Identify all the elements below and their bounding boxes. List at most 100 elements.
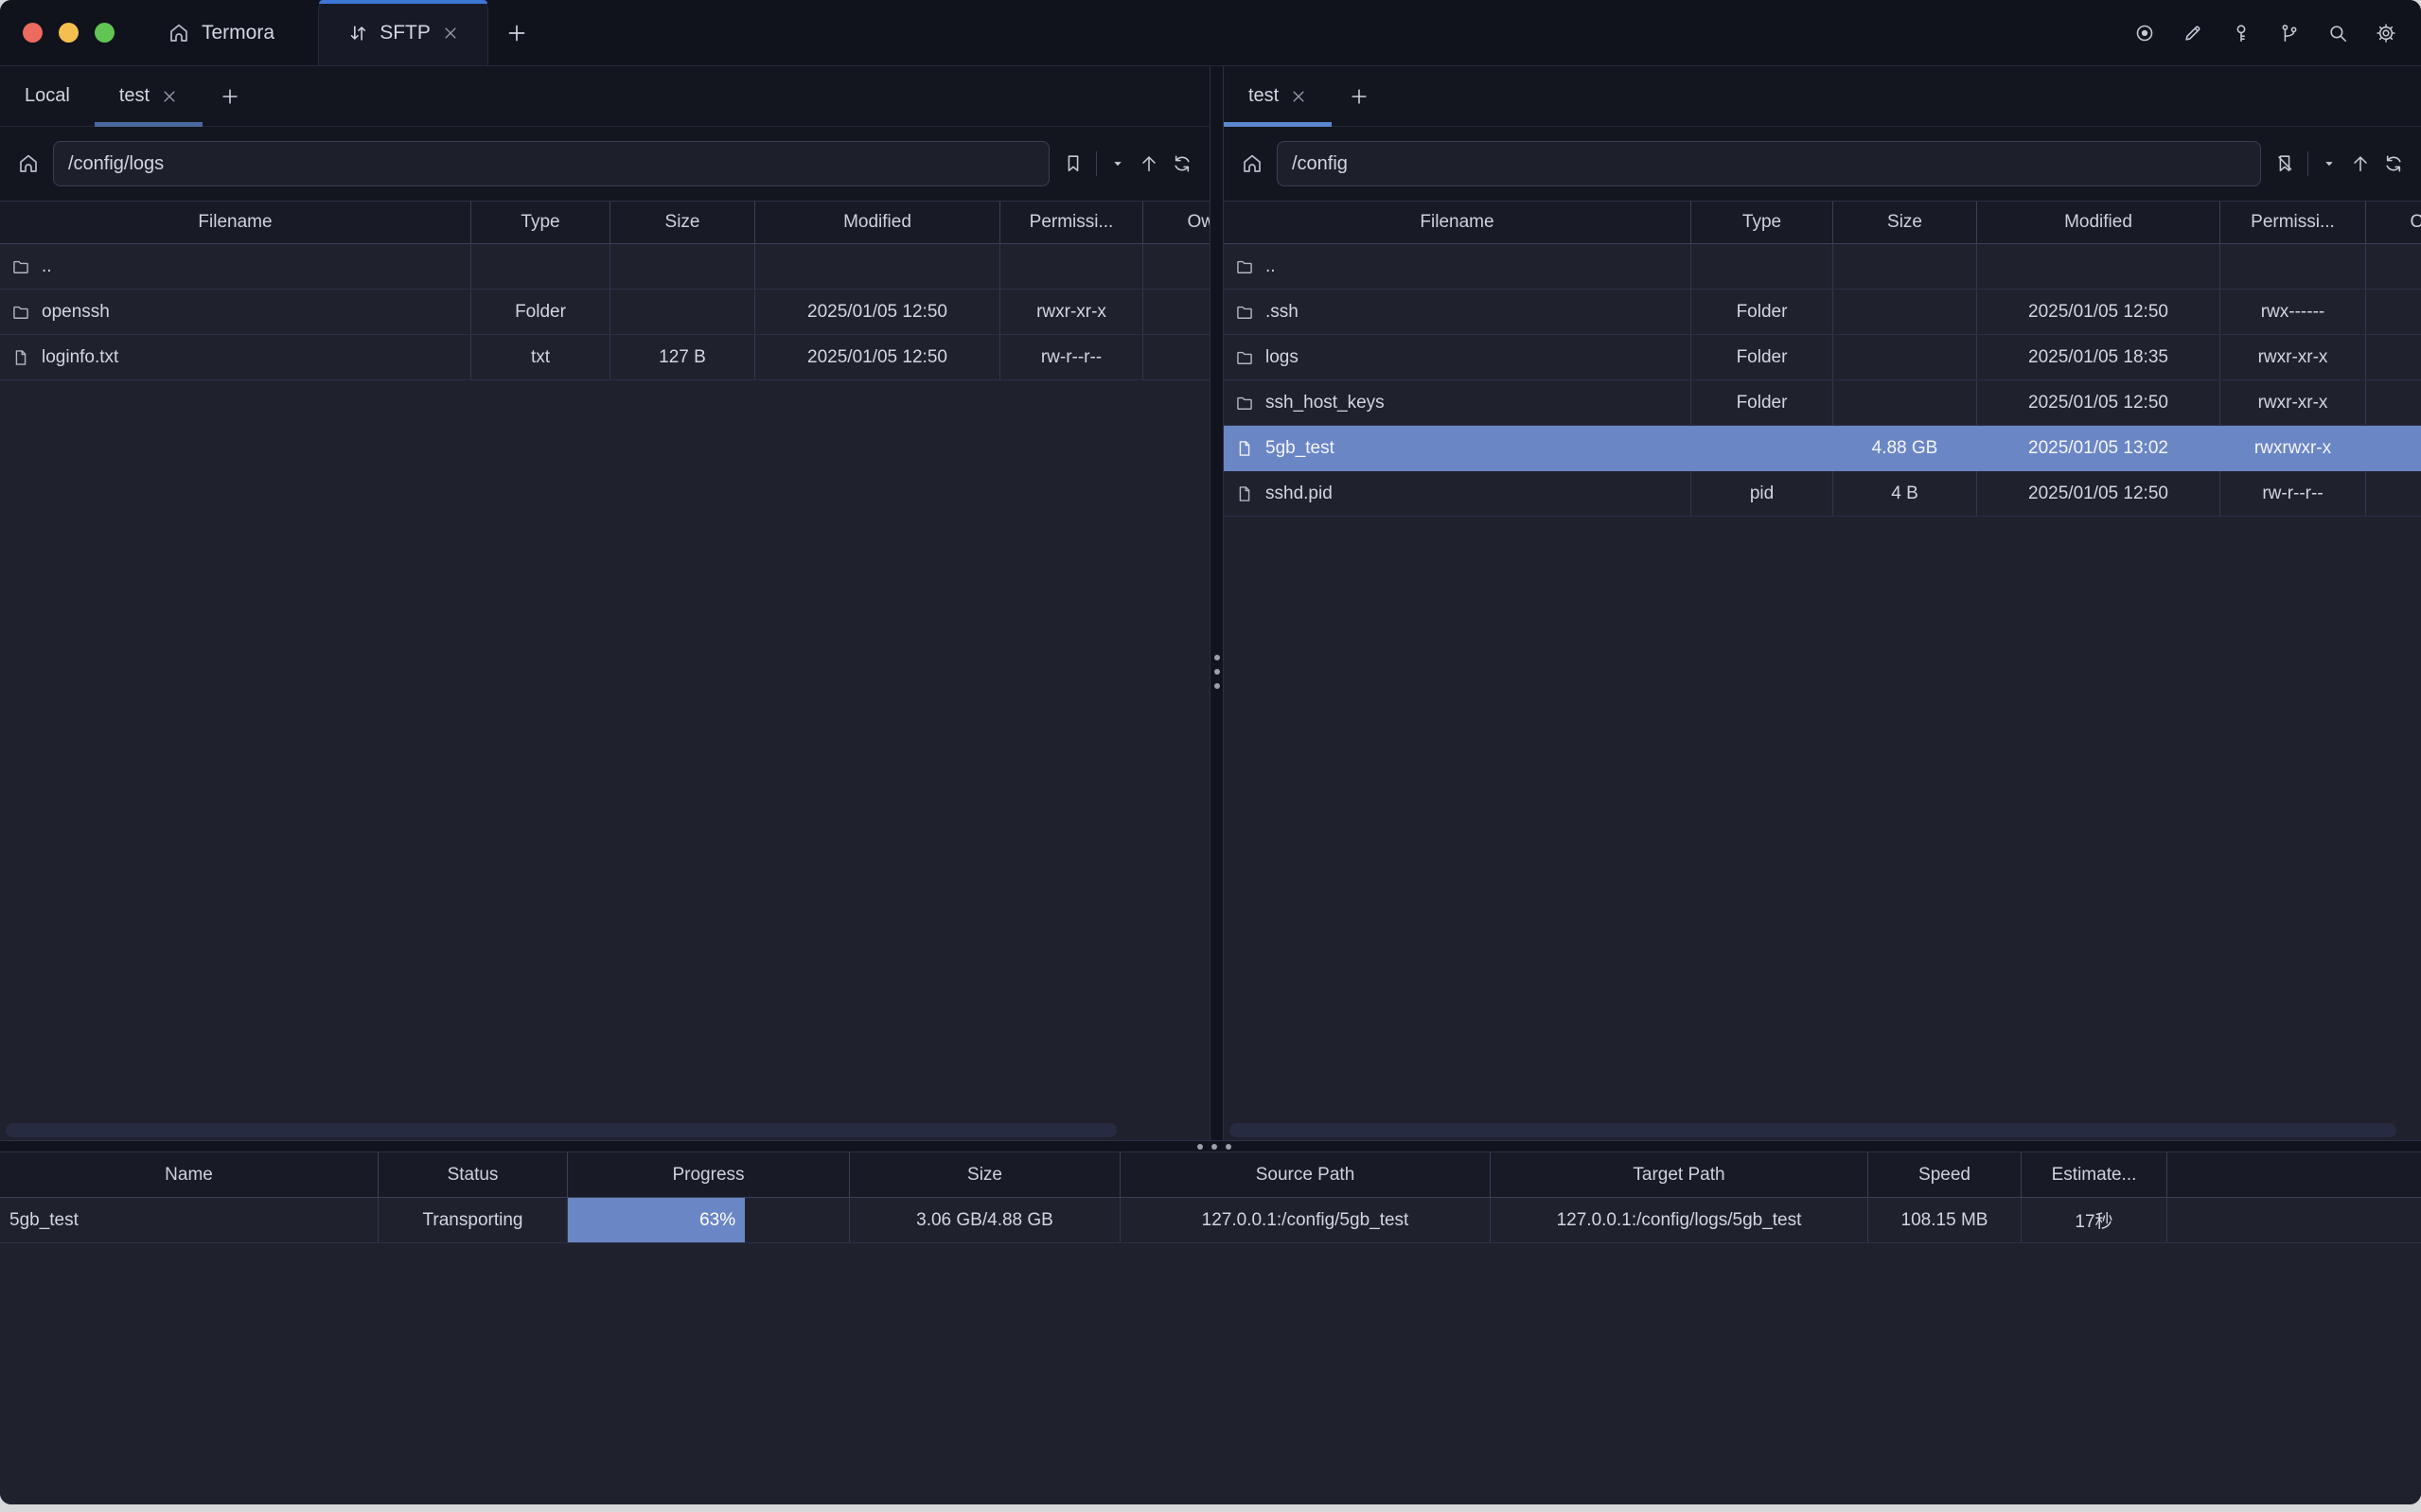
column-header-owner[interactable]: Owner [1143,202,1210,243]
key-icon[interactable] [2231,23,2252,44]
file-owner [1143,290,1210,334]
file-row[interactable]: .. [1224,244,2421,290]
file-row[interactable]: openssh Folder 2025/01/05 12:50 rwxr-xr-… [0,290,1210,335]
right-path-input[interactable] [1277,141,2261,186]
up-directory-icon[interactable] [1139,153,1159,174]
file-icon [1235,484,1254,503]
left-table-header: Filename Type Size Modified Permissi... … [0,201,1210,244]
column-header-modified[interactable]: Modified [1977,202,2220,243]
column-header-progress[interactable]: Progress [568,1152,850,1197]
column-header-type[interactable]: Type [1691,202,1833,243]
fullscreen-window-button[interactable] [95,23,115,43]
right-pane-tabs: test [1224,66,2421,127]
right-home-icon[interactable] [1241,152,1264,175]
file-size: 4 B [1833,471,1977,516]
file-name: openssh [42,302,110,323]
bookmark-caret-icon[interactable] [1109,155,1126,172]
file-name: sshd.pid [1265,483,1333,504]
file-permissions: rwxr-xr-x [2220,335,2366,379]
left-path-input[interactable] [53,141,1050,186]
refresh-icon[interactable] [2383,153,2404,174]
column-header-status[interactable]: Status [379,1152,568,1197]
bookmark-off-icon[interactable] [2274,153,2295,174]
minimize-window-button[interactable] [59,23,79,43]
file-permissions [2220,244,2366,289]
file-owner [2366,426,2421,470]
column-header-filename[interactable]: Filename [1224,202,1691,243]
termora-home-tab[interactable]: Termora [168,0,274,65]
column-header-source-path[interactable]: Source Path [1121,1152,1491,1197]
column-header-name[interactable]: Name [0,1152,379,1197]
close-window-button[interactable] [23,23,43,43]
file-row[interactable]: .ssh Folder 2025/01/05 12:50 rwx------ [1224,290,2421,335]
file-size [1833,380,1977,425]
bookmark-caret-icon[interactable] [2321,155,2338,172]
right-tab-test-label: test [1248,85,1279,107]
file-row[interactable]: logs Folder 2025/01/05 18:35 rwxr-xr-x [1224,335,2421,380]
file-size [610,244,755,289]
file-modified: 2025/01/05 13:02 [1977,426,2220,470]
file-name: ssh_host_keys [1265,393,1385,413]
column-header-owner[interactable]: Owner [2366,202,2421,243]
column-header-estimate[interactable]: Estimate... [2022,1152,2167,1197]
column-header-size[interactable]: Size [850,1152,1121,1197]
bookmark-icon[interactable] [1063,153,1084,174]
column-header-permissions[interactable]: Permissi... [1000,202,1143,243]
close-right-tab-icon[interactable] [1290,88,1307,105]
file-type [471,244,610,289]
file-permissions [1000,244,1143,289]
divider [2307,151,2308,176]
close-sftp-tab-icon[interactable] [442,25,459,42]
record-icon[interactable] [2134,23,2155,44]
file-row[interactable]: sshd.pid pid 4 B 2025/01/05 12:50 rw-r--… [1224,471,2421,517]
left-tab-local[interactable]: Local [0,66,95,126]
file-type [1691,426,1833,470]
file-type [1691,244,1833,289]
new-window-tab-button[interactable] [488,0,545,65]
up-directory-icon[interactable] [2350,153,2371,174]
column-header-target-path[interactable]: Target Path [1491,1152,1868,1197]
left-home-icon[interactable] [17,152,40,175]
right-horizontal-scrollbar[interactable] [1229,1123,2396,1137]
search-icon[interactable] [2327,23,2348,44]
file-row[interactable]: .. [0,244,1210,290]
file-row-selected[interactable]: 5gb_test 4.88 GB 2025/01/05 13:02 rwxrwx… [1224,426,2421,471]
file-row[interactable]: ssh_host_keys Folder 2025/01/05 12:50 rw… [1224,380,2421,426]
left-new-tab-button[interactable] [203,66,257,126]
transfer-estimate: 17秒 [2022,1198,2167,1242]
file-row[interactable]: loginfo.txt txt 127 B 2025/01/05 12:50 r… [0,335,1210,380]
file-type: Folder [471,290,610,334]
settings-gear-icon[interactable] [2376,23,2396,44]
left-horizontal-scrollbar[interactable] [6,1123,1117,1137]
column-header-size[interactable]: Size [1833,202,1977,243]
file-owner [2366,380,2421,425]
branch-icon[interactable] [2279,23,2300,44]
close-left-tab-icon[interactable] [161,88,178,105]
file-name: loginfo.txt [42,347,118,368]
file-permissions: rwx------ [2220,290,2366,334]
refresh-icon[interactable] [1172,153,1193,174]
column-header-permissions[interactable]: Permissi... [2220,202,2366,243]
transfer-name: 5gb_test [0,1198,379,1242]
file-owner [2366,471,2421,516]
column-header-speed[interactable]: Speed [1868,1152,2022,1197]
file-size [1833,290,1977,334]
right-tab-test[interactable]: test [1224,66,1332,126]
file-permissions: rw-r--r-- [2220,471,2366,516]
pane-splitter[interactable] [1210,66,1224,1140]
left-tab-test[interactable]: test [95,66,203,126]
column-header-filename[interactable]: Filename [0,202,471,243]
file-type: Folder [1691,380,1833,425]
column-header-type[interactable]: Type [471,202,610,243]
transfer-progress-fill: 63% [568,1198,745,1242]
tab-sftp[interactable]: SFTP [318,0,488,65]
folder-icon [1235,394,1254,413]
column-header-modified[interactable]: Modified [755,202,1000,243]
edit-icon[interactable] [2182,23,2203,44]
app-window: Termora SFTP Local test [0,0,2421,1504]
file-permissions: rwxr-xr-x [2220,380,2366,425]
transfer-splitter[interactable] [0,1140,2421,1152]
right-new-tab-button[interactable] [1332,66,1387,126]
transfer-row[interactable]: 5gb_test Transporting 63% 3.06 GB/4.88 G… [0,1198,2421,1243]
column-header-size[interactable]: Size [610,202,755,243]
